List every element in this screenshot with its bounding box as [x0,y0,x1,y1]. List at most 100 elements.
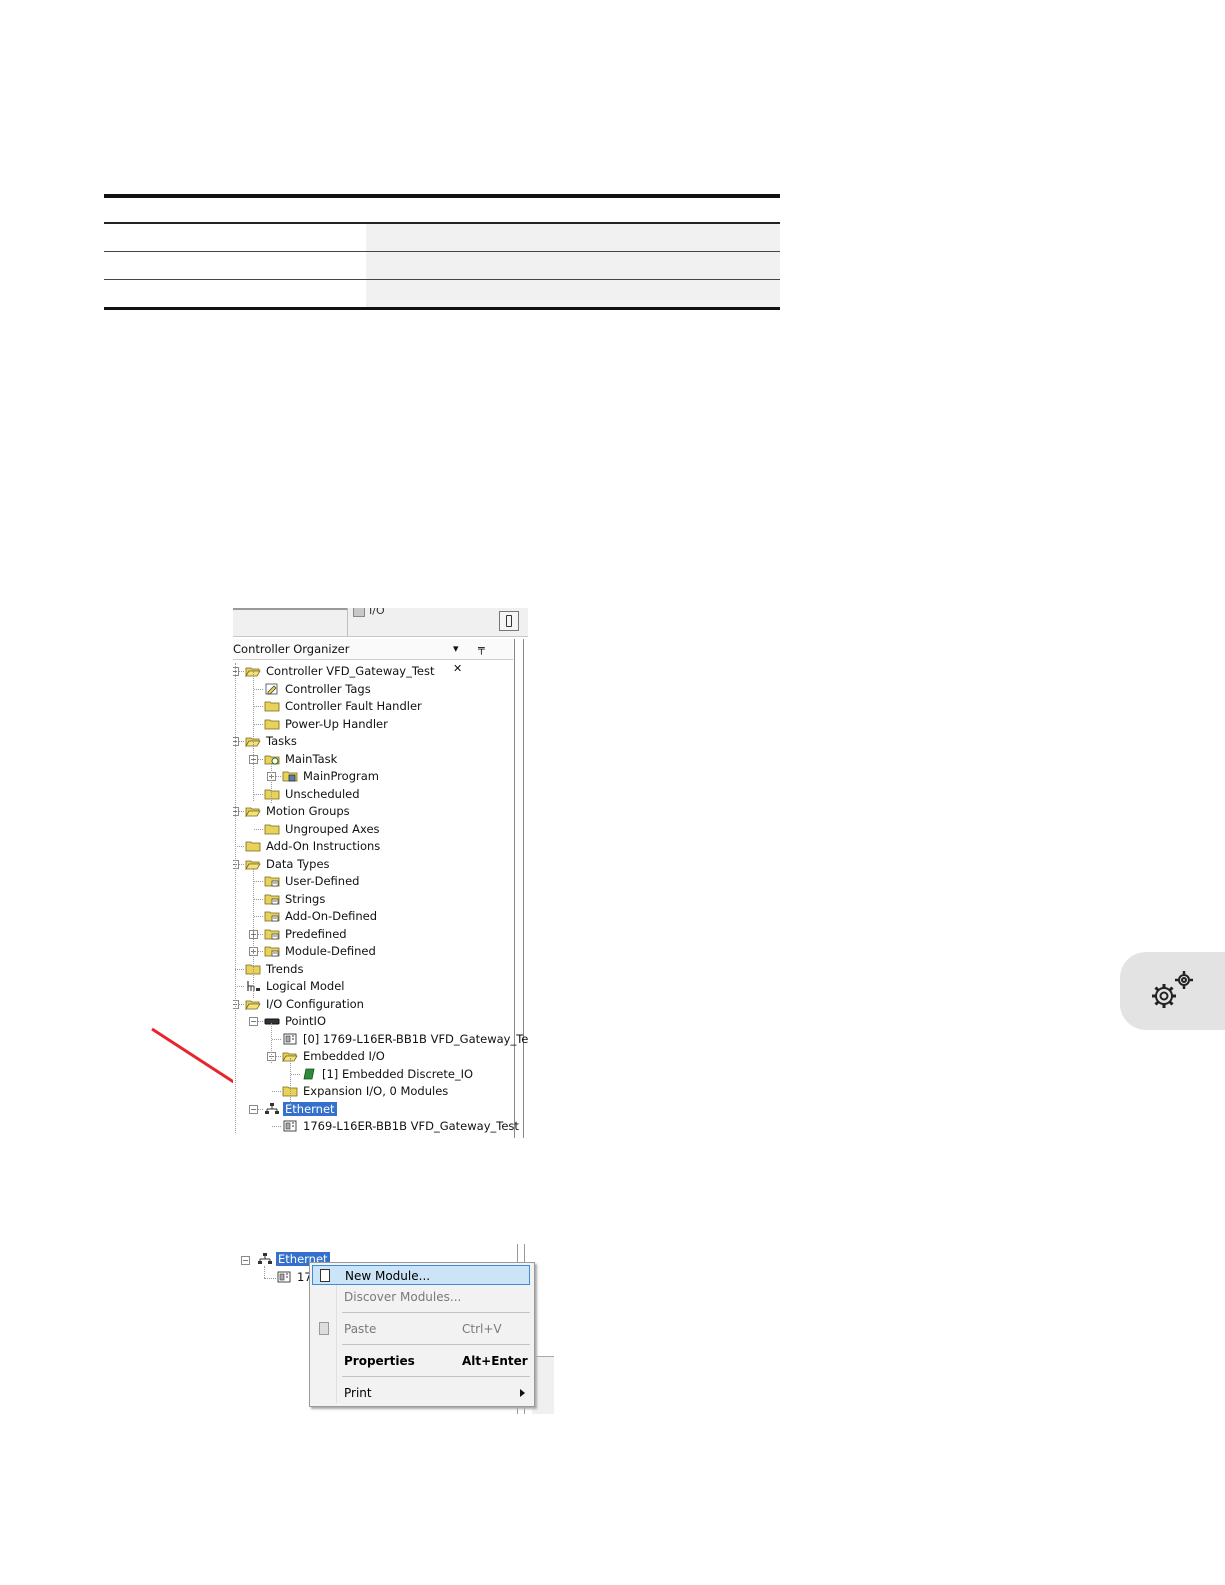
gears-icon [1152,971,1193,1008]
tree-node-label: Power-Up Handler [285,716,388,731]
toolbar: I/O [233,608,528,637]
tree-guide-line [271,1023,272,1063]
tree-node-label: Controller Tags [285,681,371,696]
table-cell [366,252,780,279]
tree-node[interactable]: MainProgram [282,768,381,785]
table-cell [104,224,366,251]
document-table [104,194,780,310]
tree-expander[interactable]: − [233,737,239,746]
folder-open-icon [245,1000,261,1010]
tree-connector [254,688,263,690]
io-label: I/O [369,608,385,617]
tree-node[interactable]: Expansion I/O, 0 Modules [282,1083,450,1100]
tree-node[interactable]: Trends [245,961,305,978]
toolbar-dropdown[interactable] [233,608,348,636]
module-icon [283,1120,297,1132]
tree-node[interactable]: Embedded I/O [282,1048,387,1065]
tree-node-label: Motion Groups [266,804,350,818]
tree-node[interactable]: Add-On Instructions [245,838,382,855]
tree-node[interactable]: PointIO [264,1013,328,1030]
tree-node-label: Tasks [266,734,297,748]
tree-expander[interactable]: − [249,1017,258,1026]
tree-node-label: [1] Embedded Discrete_IO [322,1066,474,1081]
folder-icon [264,789,280,799]
tree-expander[interactable]: − [249,1104,258,1114]
table-row [104,252,780,280]
menu-separator [342,1312,530,1313]
module-icon [277,1271,291,1283]
tree-node[interactable]: [0] 1769-L16ER-BB1B VFD_Gateway_Test [282,1031,528,1048]
tree-node[interactable]: Controller Tags [264,681,373,698]
tree-expander[interactable]: − [233,807,239,816]
menu-separator [342,1344,530,1345]
paste-icon [319,1322,329,1335]
submenu-arrow-icon [520,1389,525,1397]
table-cell [366,224,780,251]
tree-node[interactable]: Data Types [245,856,332,873]
table-cell [104,280,366,307]
tags-icon [265,683,278,694]
backplane-icon [264,1018,280,1025]
menu-item-paste[interactable]: Paste Ctrl+V [312,1319,530,1339]
tree-connector [235,968,244,970]
tree-node-label: User-Defined [285,874,360,888]
tree-expander[interactable]: − [233,667,239,676]
tree-node[interactable]: [1] Embedded Discrete_IO [301,1066,475,1083]
tree-connector [235,986,244,987]
tree-connector [272,1038,281,1040]
menu-item-shortcut: Alt+Enter [462,1354,528,1368]
tree-node[interactable]: Predefined [264,926,349,943]
tree-node-label: Controller Fault Handler [285,699,422,713]
tree-node-label: Controller VFD_Gateway_Test [266,664,435,678]
tree-node-label: Ethernet [283,1101,337,1116]
table-header-row [104,198,780,224]
tree-connector [254,828,263,830]
panel-title: Controller Organizer [233,642,350,656]
tree-node[interactable]: Add-On-Defined [264,908,379,925]
tree-guide-line [253,868,254,998]
tree-node[interactable]: User-Defined [264,873,361,890]
tree-node[interactable]: Ethernet [264,1101,337,1118]
tree-node[interactable]: MainTask [264,751,339,768]
io-icon [353,608,365,617]
menu-item-label: Paste [344,1322,377,1336]
folder-open-icon [245,807,261,817]
tree-node[interactable]: Logical Model [245,978,346,995]
panel-controls[interactable]: ▾ ╤ ✕ [453,639,513,679]
context-menu-screenshot: Ethernet 176− New Module... Discover Modu… [236,1244,554,1414]
folder-icon [245,841,261,852]
tree-expander[interactable]: − [233,999,239,1009]
menu-item-properties[interactable]: Properties Alt+Enter [312,1351,530,1371]
datatype-folder-icon [264,911,280,922]
menu-item-print[interactable]: Print [312,1383,530,1403]
tree-node[interactable]: Unscheduled [264,786,362,803]
menu-item-discover-modules[interactable]: Discover Modules... [312,1287,530,1307]
network-icon [265,1102,279,1114]
tree-expander[interactable]: − [241,1256,250,1265]
tree-node-label: Ungrouped Axes [285,821,380,836]
tree-node[interactable]: Power-Up Handler [264,716,390,733]
tree-node-label: Strings [285,891,326,906]
menu-item-new-module[interactable]: New Module... [312,1265,530,1285]
tree-node[interactable]: Strings [264,891,327,908]
vertical-scrollbar[interactable] [514,639,524,1138]
tree-node[interactable]: Ungrouped Axes [264,821,382,838]
tree-node-label: Data Types [266,856,330,871]
tree-node[interactable]: Controller VFD_Gateway_Test [245,663,437,680]
network-icon [258,1253,272,1264]
tree-node[interactable]: 1769-L16ER-BB1B VFD_Gateway_Test [282,1118,521,1135]
tree-node[interactable]: I/O Configuration [245,996,366,1013]
tree-guide-line [290,1058,291,1108]
tree-guide-line [264,1266,265,1278]
tree-connector [254,723,263,725]
module-button[interactable] [499,611,519,631]
tree-connector [272,1126,281,1127]
folder-icon [264,824,280,834]
tree-node[interactable]: Motion Groups [245,803,352,820]
panel-title-bar: Controller Organizer ▾ ╤ ✕ [233,639,513,675]
tree-expander[interactable]: − [233,859,239,869]
tree-node[interactable]: Module-Defined [264,943,378,960]
tree-node-label: 1769-L16ER-BB1B VFD_Gateway_Test [303,1119,519,1133]
tree-node[interactable]: Controller Fault Handler [264,698,424,715]
context-menu: New Module... Discover Modules... Paste Ctr… [309,1262,535,1407]
